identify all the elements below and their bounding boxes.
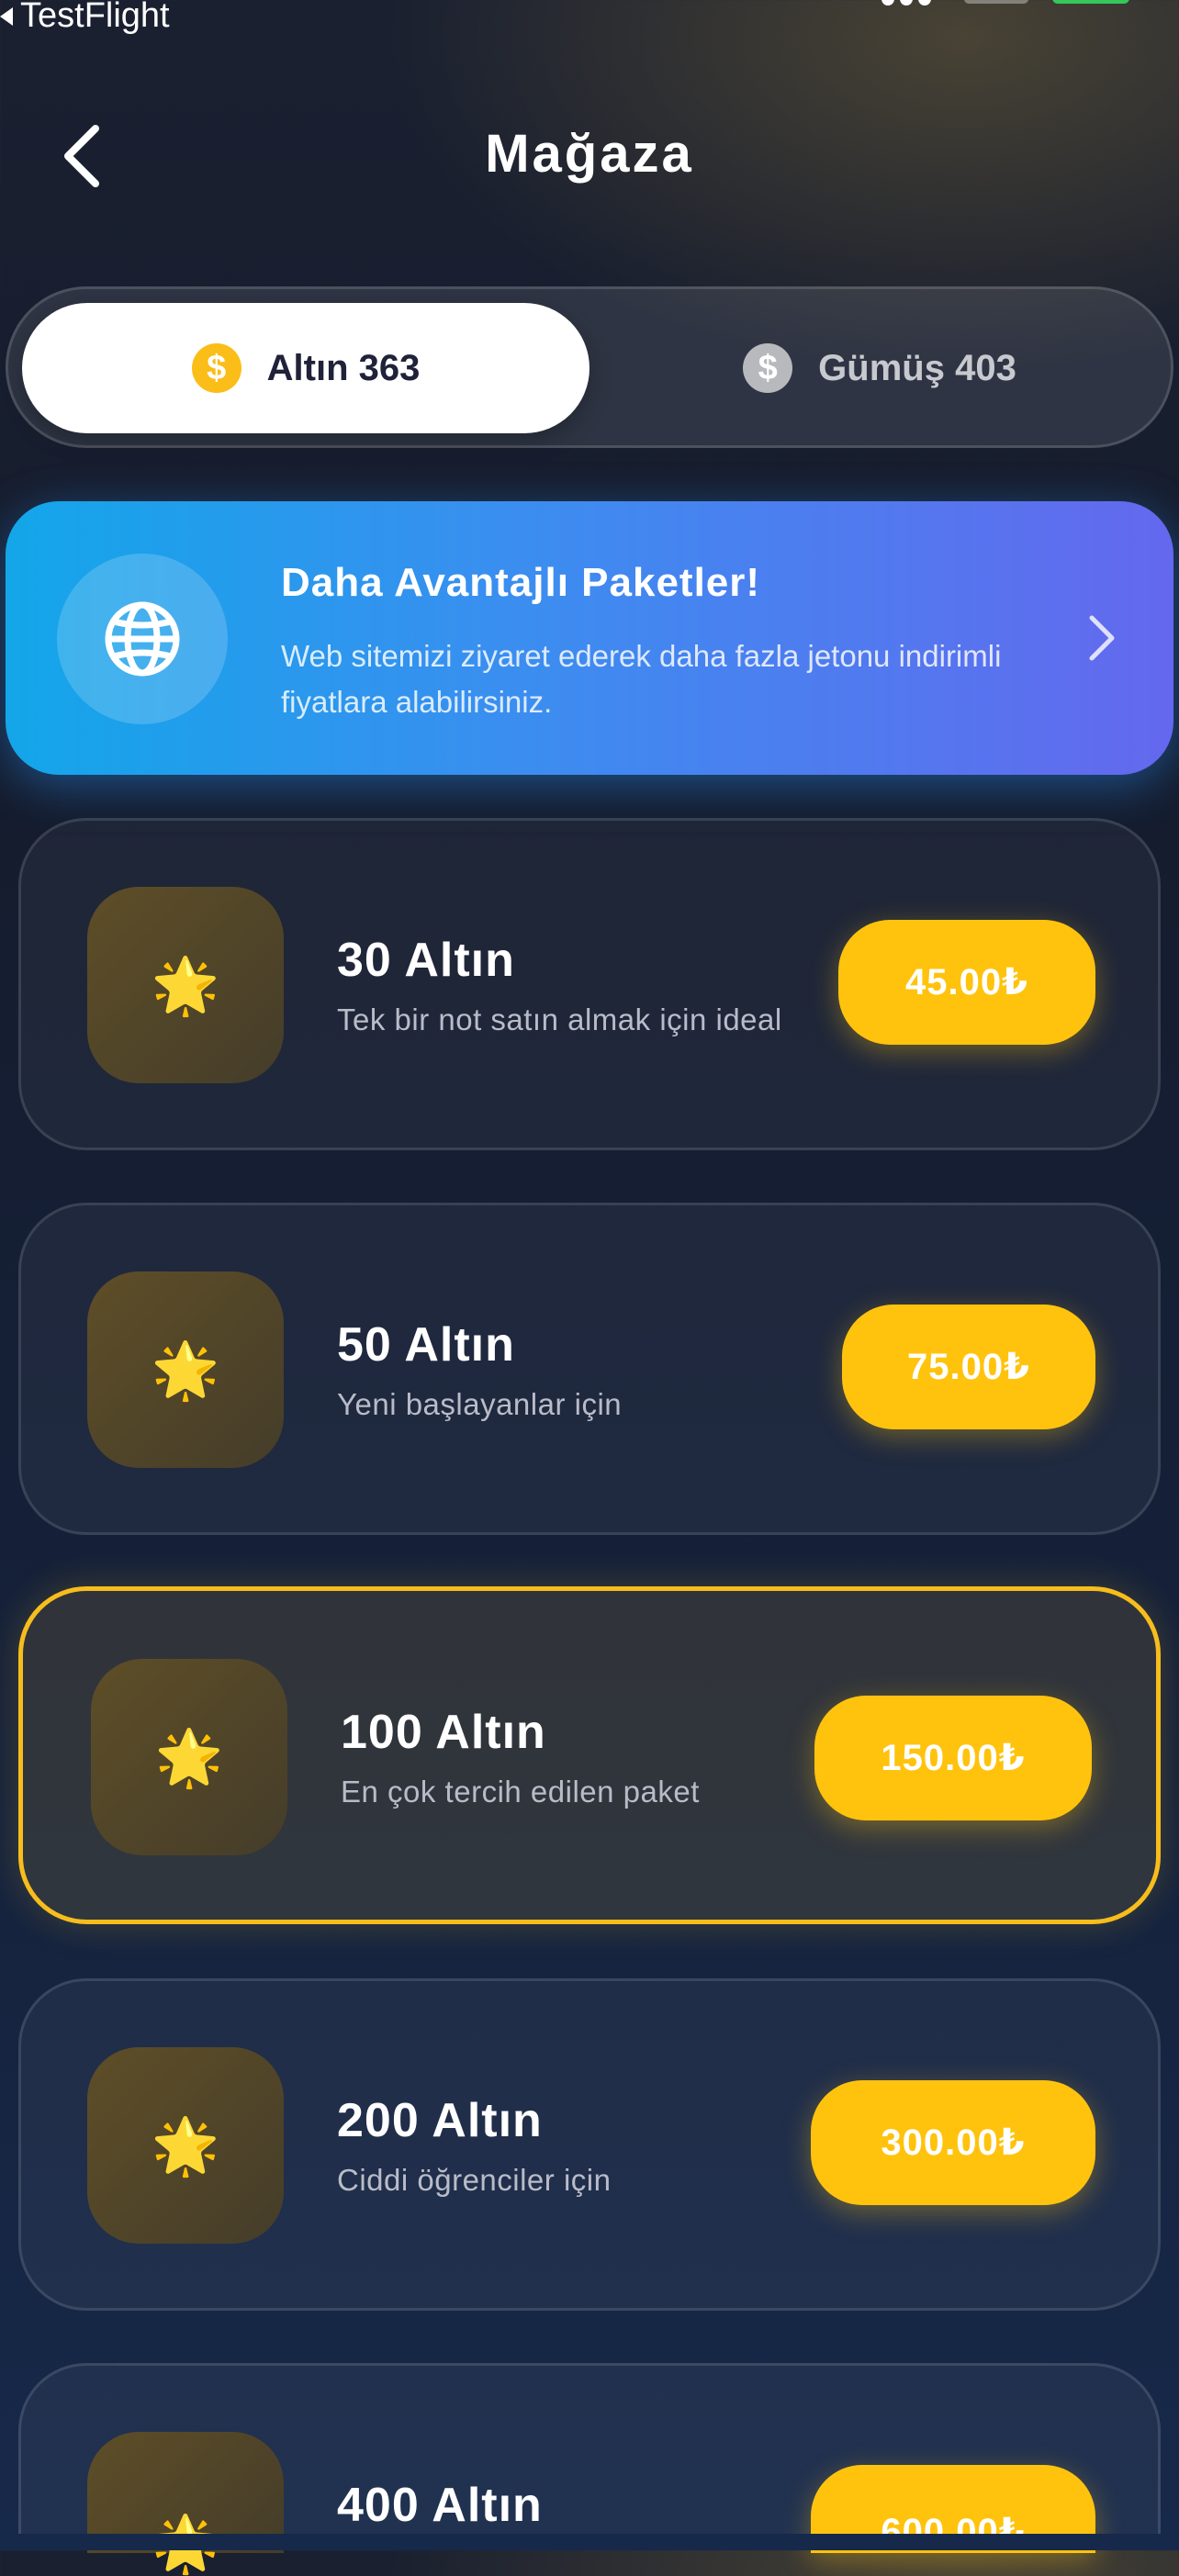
package-title: 50 Altın <box>337 1318 515 1372</box>
back-triangle-icon <box>0 6 13 26</box>
header: Mağaza <box>0 101 1179 211</box>
package-subtitle: Tek bir not satın almak için ideal <box>337 1002 782 1036</box>
star-icon: 🌟 <box>87 1271 284 1468</box>
promo-icon-circle <box>57 554 228 724</box>
back-to-app-label: TestFlight <box>20 0 170 35</box>
wifi-icon <box>964 0 1028 4</box>
currency-segmented-control: $ Altın 363 $ Gümüş 403 <box>6 286 1173 448</box>
star-icon: 🌟 <box>87 2047 284 2244</box>
star-icon: 🌟 <box>91 1659 287 1855</box>
silver-coin-icon: $ <box>743 343 793 393</box>
globe-icon <box>105 601 180 677</box>
status-bar: TestFlight <box>0 0 1179 40</box>
star-icon: 🌟 <box>87 887 284 1083</box>
tab-silver-label: Gümüş 403 <box>818 347 1016 388</box>
price-button[interactable]: 300.00₺ <box>811 2080 1095 2205</box>
page-title: Mağaza <box>485 124 694 184</box>
package-card-400[interactable]: 🌟 400 Altın 600.00₺ <box>18 2363 1161 2574</box>
package-subtitle: Ciddi öğrenciler için <box>337 2163 612 2197</box>
tab-silver[interactable]: $ Gümüş 403 <box>596 303 1163 433</box>
gold-coin-icon: $ <box>191 343 241 393</box>
price-button[interactable]: 45.00₺ <box>838 920 1095 1045</box>
package-title: 200 Altın <box>337 2094 543 2147</box>
package-card-50[interactable]: 🌟 50 Altın Yeni başlayanlar için 75.00₺ <box>18 1203 1161 1535</box>
package-subtitle: Yeni başlayanlar için <box>337 1387 623 1421</box>
tab-gold[interactable]: $ Altın 363 <box>22 303 590 433</box>
promo-banner[interactable]: Daha Avantajlı Paketler! Web sitemizi zi… <box>6 501 1173 775</box>
battery-icon <box>1052 0 1129 4</box>
package-title: 400 Altın <box>337 2479 543 2532</box>
package-title: 100 Altın <box>341 1706 546 1759</box>
package-card-200[interactable]: 🌟 200 Altın Ciddi öğrenciler için 300.00… <box>18 1978 1161 2311</box>
price-button[interactable]: 75.00₺ <box>842 1305 1095 1429</box>
cellular-signal-icon <box>881 0 931 6</box>
tab-gold-label: Altın 363 <box>266 347 421 388</box>
package-title: 30 Altın <box>337 934 515 987</box>
chevron-right-icon <box>1071 608 1131 668</box>
back-to-testflight-link[interactable]: TestFlight <box>0 0 170 36</box>
promo-description: Web sitemizi ziyaret ederek daha fazla j… <box>281 639 1002 719</box>
package-card-30[interactable]: 🌟 30 Altın Tek bir not satın almak için … <box>18 818 1161 1150</box>
promo-title: Daha Avantajlı Paketler! <box>281 560 761 605</box>
price-button[interactable]: 150.00₺ <box>814 1696 1092 1820</box>
package-subtitle: En çok tercih edilen paket <box>341 1775 700 1809</box>
package-card-100[interactable]: 🌟 100 Altın En çok tercih edilen paket 1… <box>18 1586 1161 1924</box>
bottom-edge <box>0 2534 1179 2550</box>
